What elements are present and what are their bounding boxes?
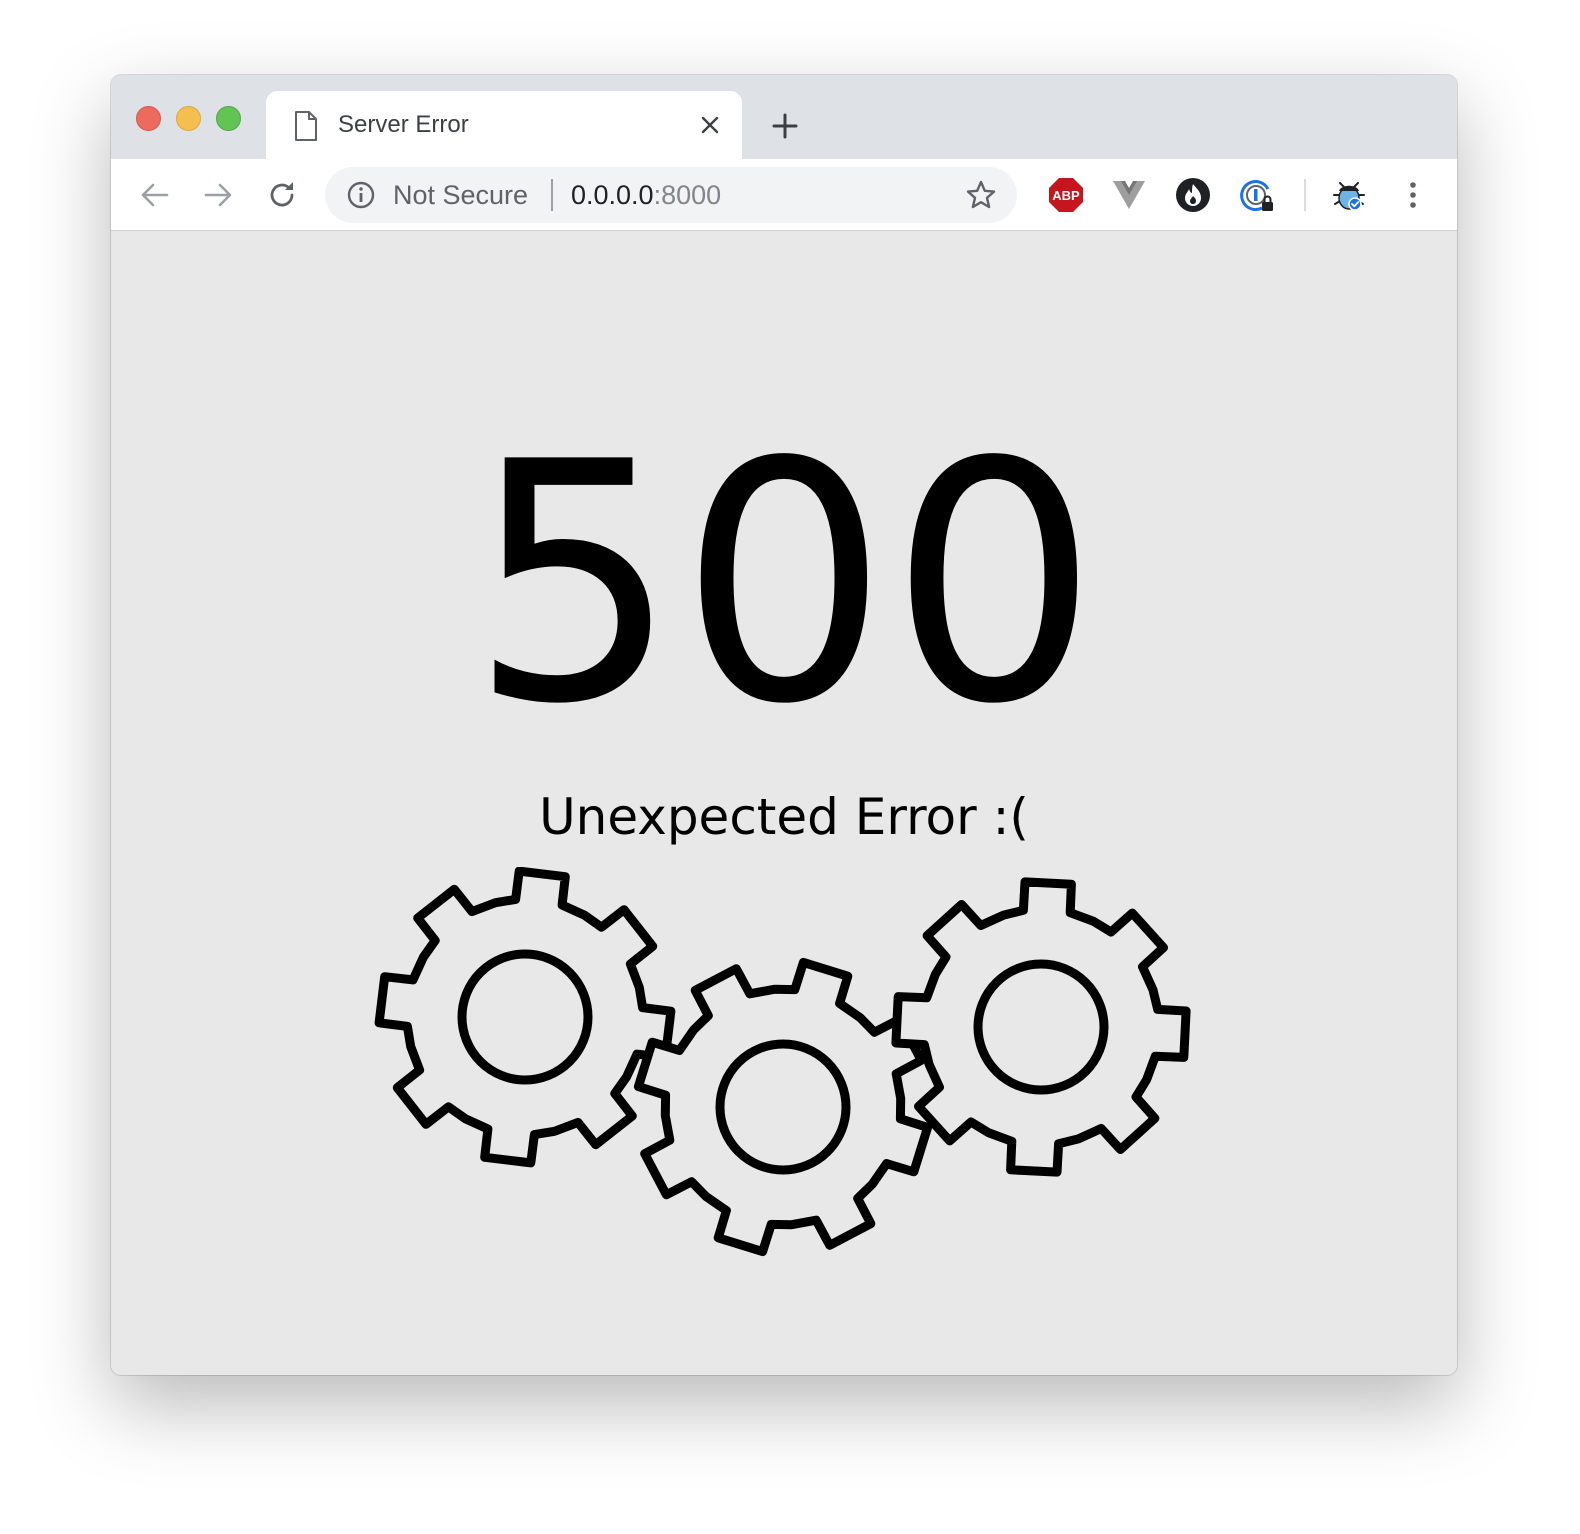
gear-right-hole <box>973 959 1109 1095</box>
toolbar-divider <box>1304 179 1306 211</box>
password-manager-icon[interactable] <box>1239 177 1275 213</box>
window-close-button[interactable] <box>136 106 161 131</box>
url-port: :8000 <box>653 180 722 210</box>
address-bar[interactable]: Not Secure 0.0.0.0:8000 <box>325 167 1017 223</box>
gear-left-hole <box>457 949 593 1085</box>
address-divider <box>551 179 553 211</box>
forward-icon[interactable] <box>202 179 234 211</box>
url-host: 0.0.0.0 <box>571 180 654 210</box>
adblock-plus-icon[interactable]: ABP <box>1048 177 1084 213</box>
gear-middle-hole <box>715 1039 851 1175</box>
window-minimize-button[interactable] <box>176 106 201 131</box>
url-text[interactable]: 0.0.0.0:8000 <box>571 179 721 211</box>
info-icon[interactable] <box>347 181 375 209</box>
fire-extension-icon[interactable] <box>1175 177 1211 213</box>
error-message: Unexpected Error :( <box>539 788 1029 846</box>
browser-window: Server Error Not Secure 0.0.0.0:8000 ABP… <box>111 75 1457 1375</box>
vue-devtools-icon[interactable] <box>1111 177 1147 213</box>
gears-icon <box>374 867 1191 1257</box>
tab-title: Server Error <box>338 111 469 138</box>
window-maximize-button[interactable] <box>216 106 241 131</box>
more-menu-icon[interactable] <box>1395 177 1431 213</box>
back-icon[interactable] <box>139 179 171 211</box>
document-icon <box>295 111 317 141</box>
bookmark-star-icon[interactable] <box>965 179 997 211</box>
close-tab-icon[interactable] <box>700 115 720 135</box>
security-status[interactable]: Not Secure <box>393 179 528 211</box>
tab-server-error[interactable]: Server Error <box>266 91 742 159</box>
reload-icon[interactable] <box>266 179 298 211</box>
abp-label: ABP <box>1052 188 1080 203</box>
browser-toolbar: Not Secure 0.0.0.0:8000 ABP <box>111 159 1457 231</box>
error-code: 500 <box>469 392 1099 776</box>
tab-strip: Server Error <box>111 75 1457 159</box>
page-content: 500 Unexpected Error :( <box>111 231 1457 1375</box>
new-tab-icon[interactable] <box>771 112 799 140</box>
gears-illustration <box>374 867 1191 1257</box>
bug-extension-icon[interactable] <box>1331 177 1367 213</box>
